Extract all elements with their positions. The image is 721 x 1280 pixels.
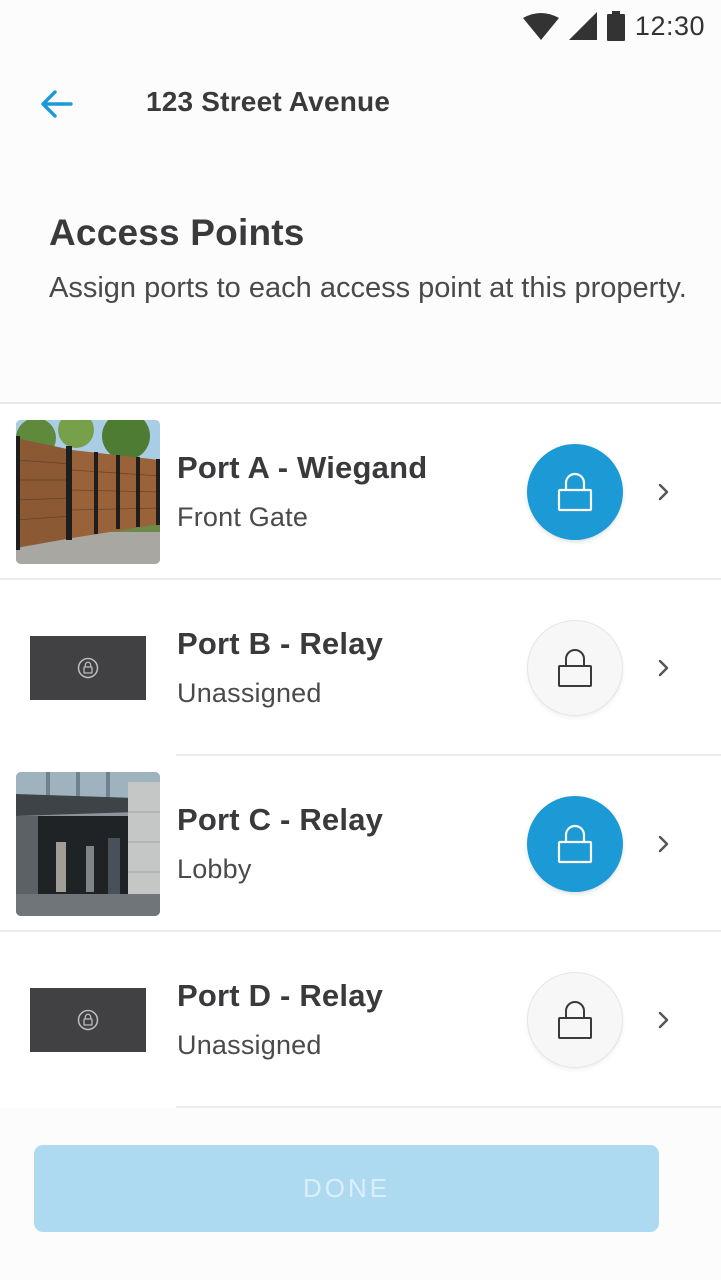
lock-icon	[557, 824, 593, 864]
access-point-row-port-b[interactable]: Port B - Relay Unassigned	[0, 580, 721, 756]
access-point-row-port-d[interactable]: Port D - Relay Unassigned	[0, 932, 721, 1108]
section-description: Assign ports to each access point at thi…	[49, 272, 687, 304]
back-button[interactable]	[24, 76, 88, 132]
section-header: Access Points Assign ports to each acces…	[49, 212, 689, 308]
port-title: Port A - Wiegand	[177, 450, 428, 485]
port-title: Port C - Relay	[177, 802, 384, 837]
lock-icon	[558, 649, 592, 687]
lock-button[interactable]	[527, 444, 623, 540]
access-point-row-port-a[interactable]: Port A - Wiegand Front Gate	[0, 404, 721, 580]
chevron-right-icon[interactable]	[652, 478, 676, 506]
page-title: 123 Street Avenue	[146, 86, 391, 117]
access-points-list: Port A - Wiegand Front Gate Port B - Rel…	[0, 402, 721, 1108]
port-title: Port D - Relay	[177, 978, 384, 1013]
status-time: 12:30	[634, 10, 705, 41]
access-point-row-port-c[interactable]: Port C - Relay Lobby	[0, 756, 721, 932]
lock-icon	[558, 1001, 592, 1039]
cellular-signal-icon	[568, 12, 597, 40]
port-subtitle: Front Gate	[177, 502, 309, 532]
done-button[interactable]: DONE	[34, 1145, 659, 1232]
image-placeholder	[30, 636, 146, 700]
image-placeholder	[30, 988, 146, 1052]
port-subtitle: Lobby	[177, 854, 252, 884]
wifi-icon	[522, 13, 559, 40]
lock-button[interactable]	[527, 796, 623, 892]
port-title: Port B - Relay	[177, 626, 384, 661]
lock-button[interactable]	[527, 620, 623, 716]
chevron-right-icon[interactable]	[652, 1006, 676, 1034]
front-gate-photo	[16, 420, 160, 564]
port-subtitle: Unassigned	[177, 1030, 322, 1060]
chevron-right-icon[interactable]	[652, 830, 676, 858]
battery-icon	[606, 11, 625, 41]
status-bar: 12:30	[0, 0, 721, 52]
lock-button[interactable]	[527, 972, 623, 1068]
lock-icon	[557, 472, 593, 512]
chevron-right-icon[interactable]	[652, 654, 676, 682]
lobby-photo	[16, 772, 160, 916]
divider	[176, 1106, 721, 1108]
lock-circle-icon	[77, 657, 99, 679]
port-subtitle: Unassigned	[177, 678, 322, 708]
status-icons: 12:30	[522, 8, 705, 44]
section-title: Access Points	[49, 212, 305, 253]
back-arrow-icon	[41, 90, 73, 118]
app-bar: 123 Street Avenue	[0, 62, 721, 144]
lock-circle-icon	[77, 1009, 99, 1031]
